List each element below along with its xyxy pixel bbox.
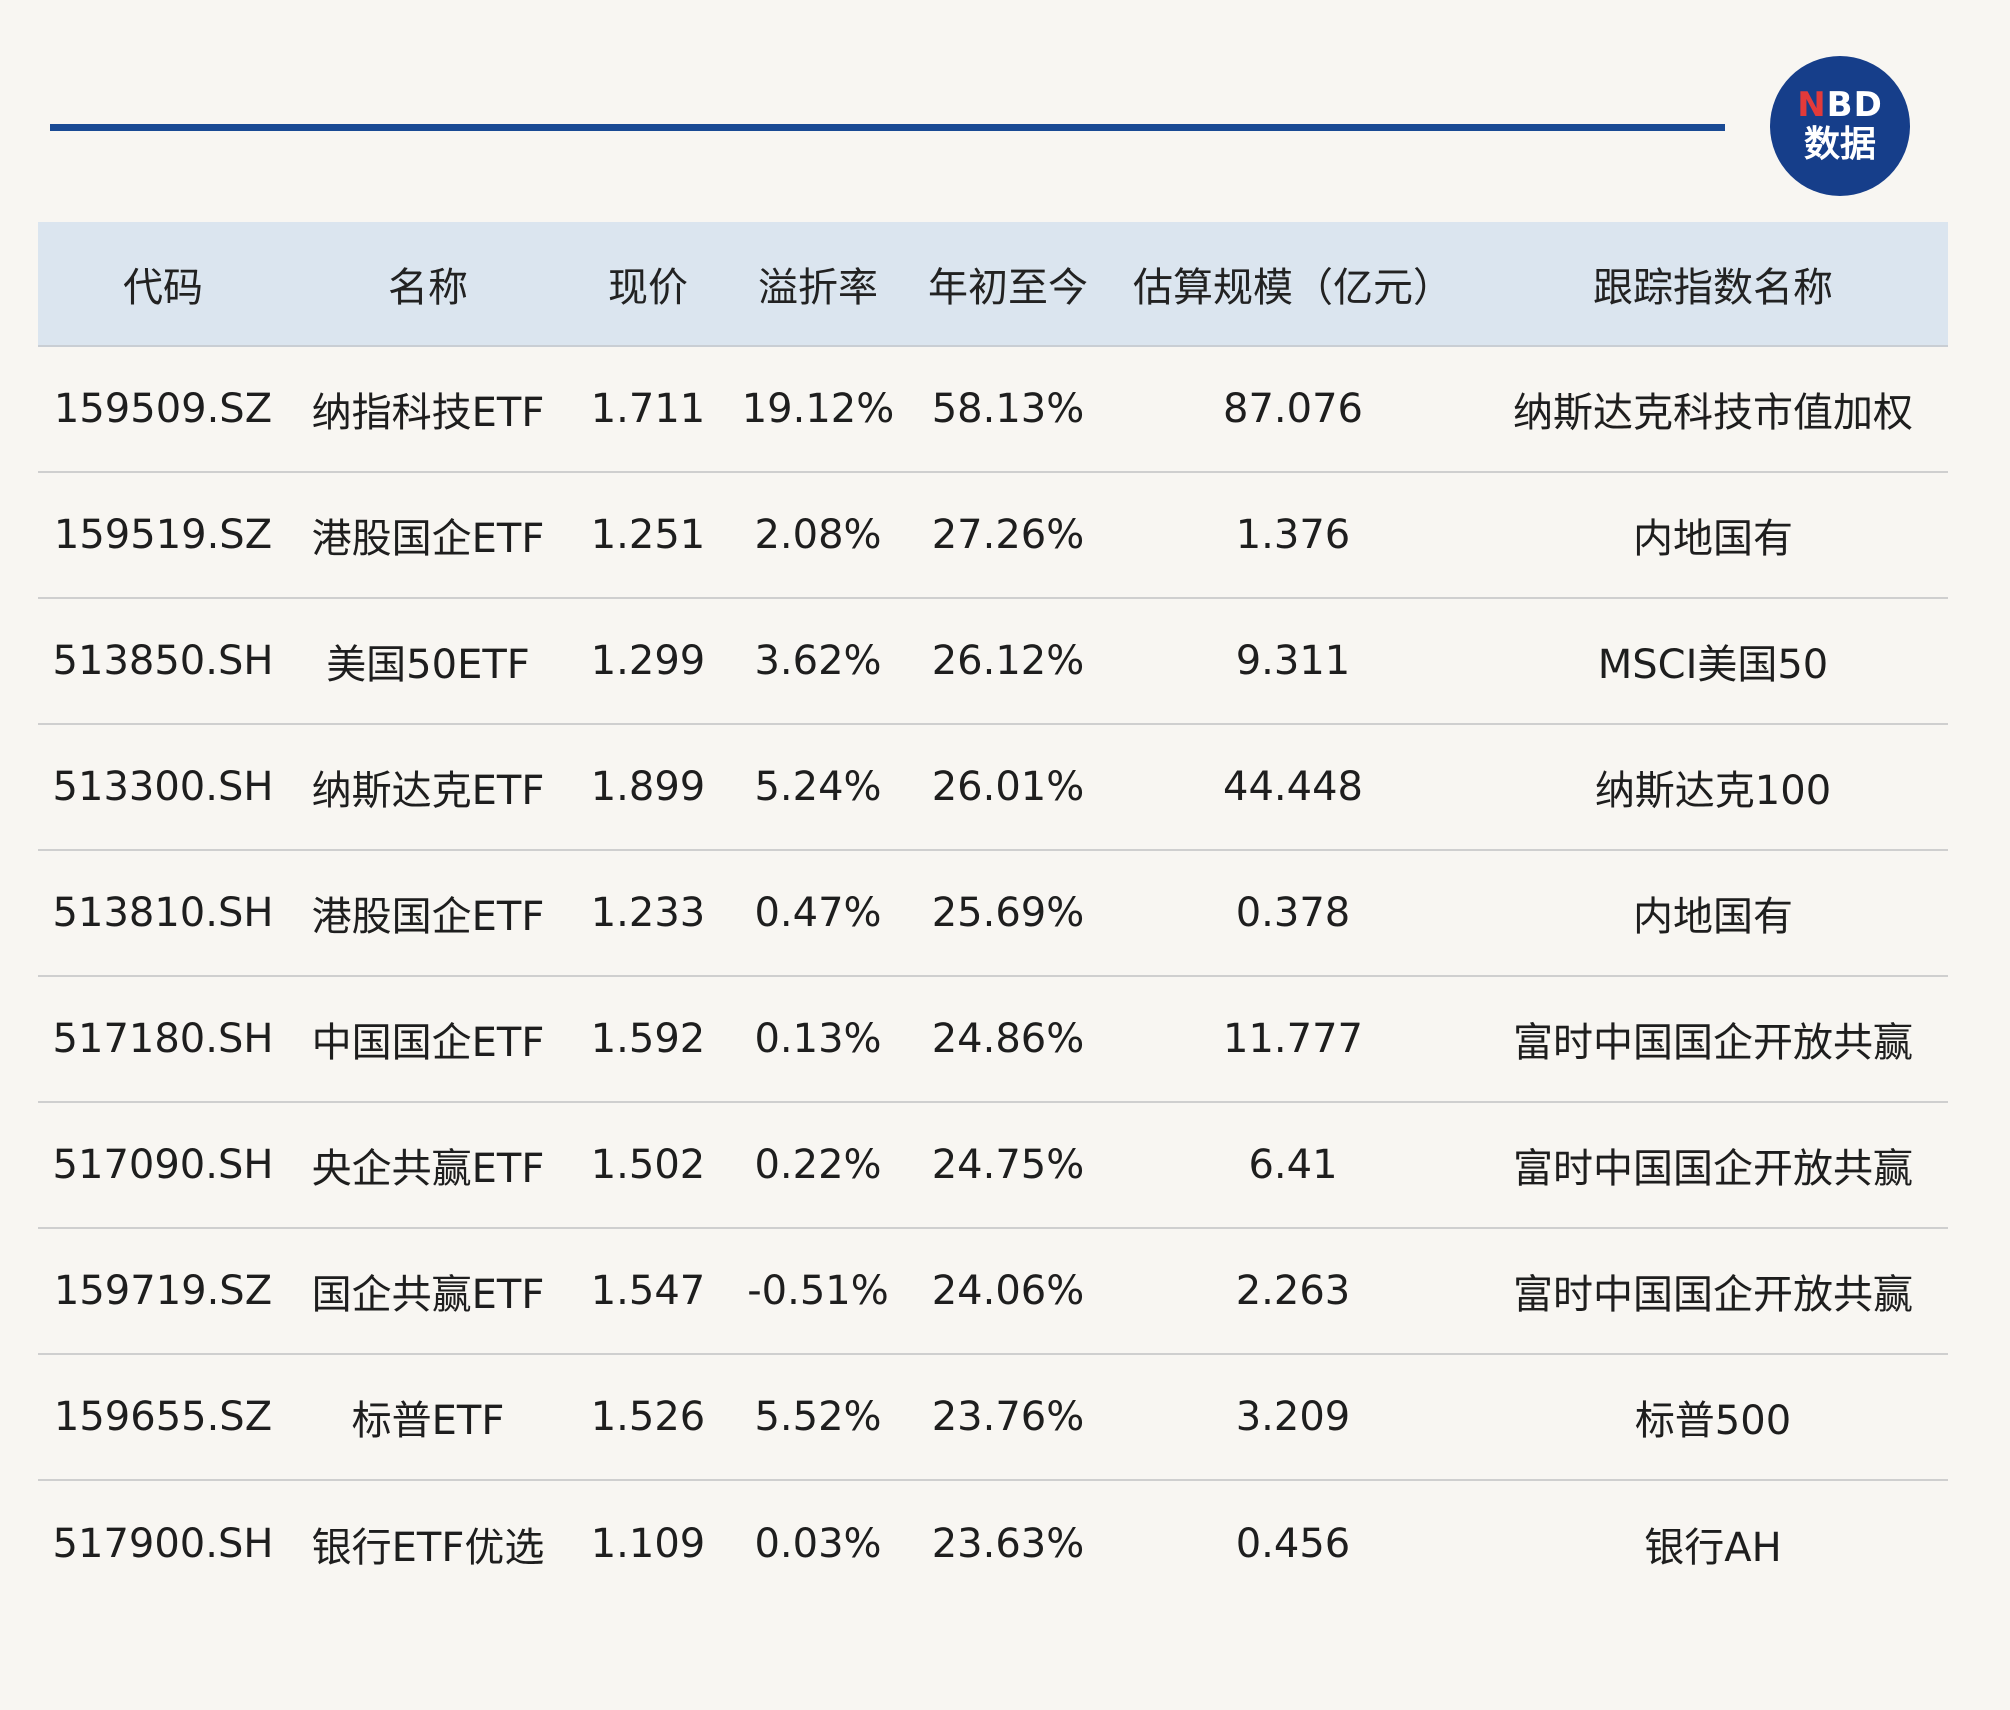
table-body: 159509.SZ 纳指科技ETF 1.711 19.12% 58.13% 87.076 纳… bbox=[38, 346, 1948, 1606]
cell-col-name: 纳指科技ETF bbox=[288, 346, 568, 473]
cell-col-index: 纳斯达克科技市值加权 bbox=[1478, 346, 1948, 473]
cell-col-code: 513810.SH bbox=[38, 850, 288, 977]
cell-col-price: 1.109 bbox=[590, 1520, 706, 1567]
header-col-scale: 估算规模（亿元） bbox=[1108, 222, 1478, 347]
cell-col-scale: 9.311 bbox=[1108, 598, 1478, 725]
table-row: 517090.SH 央企共赢ETF 1.502 0.22% 24.75% 6.41 富时中国… bbox=[38, 1102, 1948, 1229]
cell-col-index: 银行AH bbox=[1644, 1524, 1782, 1571]
header-col-index: 跟踪指数名称 bbox=[1478, 222, 1948, 347]
table-row: 513300.SH 纳斯达克ETF 1.899 5.24% 26.01% 44.448 纳斯… bbox=[38, 724, 1948, 851]
etf-table: 代码 名称 现价 溢折率 年初至今 估算规模（亿元） 跟踪指数名称 159509.SZ 纳指科… bbox=[38, 222, 1948, 1606]
logo-text-data: 数据 bbox=[1803, 124, 1876, 165]
cell-col-index: 富时中国国企开放共赢 bbox=[1478, 1102, 1948, 1229]
cell-col-index: 内地国有 bbox=[1478, 850, 1948, 977]
cell-col-ytd: 23.76% bbox=[908, 1354, 1108, 1481]
title-divider-line bbox=[50, 124, 1725, 131]
cell-col-price: 1.547 bbox=[568, 1228, 728, 1355]
cell-col-scale: 11.777 bbox=[1108, 976, 1478, 1103]
cell-col-scale: 6.41 bbox=[1108, 1102, 1478, 1229]
table-header-row: 代码 名称 现价 溢折率 年初至今 估算规模（亿元） 跟踪指数名称 bbox=[38, 222, 1948, 347]
cell-col-premium: 5.52% bbox=[728, 1354, 908, 1481]
table-row: 513850.SH 美国50ETF 1.299 3.62% 26.12% 9.311 MSC… bbox=[38, 598, 1948, 725]
cell-col-name: 纳斯达克ETF bbox=[288, 724, 568, 851]
nbd-data-logo: NBD 数据 bbox=[1770, 56, 1910, 196]
cell-col-ytd: 58.13% bbox=[908, 346, 1108, 473]
cell-col-name: 港股国企ETF bbox=[288, 850, 568, 977]
table-row: 517180.SH 中国国企ETF 1.592 0.13% 24.86% 11.777 富时… bbox=[38, 976, 1948, 1103]
cell-col-premium: 0.47% bbox=[728, 850, 908, 977]
cell-col-premium: 0.13% bbox=[728, 976, 908, 1103]
cell-col-index: 内地国有 bbox=[1478, 472, 1948, 599]
cell-col-price: 1.233 bbox=[568, 850, 728, 977]
cell-col-premium: 0.03% bbox=[754, 1520, 882, 1567]
cell-col-ytd: 25.69% bbox=[908, 850, 1108, 977]
cell-col-premium: -0.51% bbox=[728, 1228, 908, 1355]
table-row: 513810.SH 港股国企ETF 1.233 0.47% 25.69% 0.378 内地国… bbox=[38, 850, 1948, 977]
cell-col-premium: 5.24% bbox=[728, 724, 908, 851]
cell-col-code: 159655.SZ bbox=[38, 1354, 288, 1481]
cell-col-ytd: 26.01% bbox=[908, 724, 1108, 851]
table-row: 159519.SZ 港股国企ETF 1.251 2.08% 27.26% 1.376 内地国… bbox=[38, 472, 1948, 599]
cell-col-index: 富时中国国企开放共赢 bbox=[1478, 976, 1948, 1103]
cell-col-index: 纳斯达克100 bbox=[1478, 724, 1948, 851]
cell-col-premium: 19.12% bbox=[728, 346, 908, 473]
cell-col-scale: 44.448 bbox=[1108, 724, 1478, 851]
cell-col-ytd: 24.75% bbox=[908, 1102, 1108, 1229]
cell-col-index: MSCI美国50 bbox=[1478, 598, 1948, 725]
cell-col-ytd: 24.06% bbox=[908, 1228, 1108, 1355]
cell-col-name: 中国国企ETF bbox=[288, 976, 568, 1103]
cell-col-price: 1.299 bbox=[568, 598, 728, 725]
cell-col-premium: 2.08% bbox=[728, 472, 908, 599]
cell-col-price: 1.251 bbox=[568, 472, 728, 599]
table-row: 517900.SH 银行ETF优选 1.109 0.03% 23.63% 0.456 银行A… bbox=[38, 1480, 1948, 1606]
cell-col-premium: 3.62% bbox=[728, 598, 908, 725]
cell-col-scale: 1.376 bbox=[1108, 472, 1478, 599]
cell-col-scale: 87.076 bbox=[1108, 346, 1478, 473]
header-col-name: 名称 bbox=[288, 222, 568, 347]
cell-col-code: 517180.SH bbox=[38, 976, 288, 1103]
cell-col-code: 159519.SZ bbox=[38, 472, 288, 599]
header-col-code: 代码 bbox=[38, 222, 288, 347]
cell-col-price: 1.502 bbox=[568, 1102, 728, 1229]
header-col-price: 现价 bbox=[568, 222, 728, 347]
cell-col-scale: 3.209 bbox=[1108, 1354, 1478, 1481]
cell-col-index: 标普500 bbox=[1478, 1354, 1948, 1481]
cell-col-code: 513300.SH bbox=[38, 724, 288, 851]
cell-col-name: 国企共赢ETF bbox=[288, 1228, 568, 1355]
cell-col-scale: 0.378 bbox=[1108, 850, 1478, 977]
table-row: 159719.SZ 国企共赢ETF 1.547 -0.51% 24.06% 2.263 富时… bbox=[38, 1228, 1948, 1355]
table-row: 159509.SZ 纳指科技ETF 1.711 19.12% 58.13% 87.076 纳… bbox=[38, 346, 1948, 473]
cell-col-ytd: 27.26% bbox=[908, 472, 1108, 599]
cell-col-name: 港股国企ETF bbox=[288, 472, 568, 599]
cell-col-price: 1.592 bbox=[568, 976, 728, 1103]
cell-col-name: 美国50ETF bbox=[288, 598, 568, 725]
cell-col-price: 1.711 bbox=[568, 346, 728, 473]
cell-col-index: 富时中国国企开放共赢 bbox=[1478, 1228, 1948, 1355]
table-row: 159655.SZ 标普ETF 1.526 5.52% 23.76% 3.209 标普500 bbox=[38, 1354, 1948, 1481]
cell-col-name: 银行ETF优选 bbox=[311, 1524, 545, 1571]
logo-text-nbd: NBD bbox=[1797, 85, 1883, 125]
cell-col-code: 159719.SZ bbox=[38, 1228, 288, 1355]
cell-col-price: 1.899 bbox=[568, 724, 728, 851]
cell-col-scale: 0.456 bbox=[1235, 1520, 1351, 1567]
cell-col-ytd: 26.12% bbox=[908, 598, 1108, 725]
cell-col-code: 517900.SH bbox=[52, 1520, 274, 1567]
cell-col-name: 央企共赢ETF bbox=[288, 1102, 568, 1229]
cell-col-premium: 0.22% bbox=[728, 1102, 908, 1229]
header-col-ytd: 年初至今 bbox=[908, 222, 1108, 347]
cell-col-scale: 2.263 bbox=[1108, 1228, 1478, 1355]
cell-col-ytd: 23.63% bbox=[931, 1520, 1085, 1567]
cell-col-code: 517090.SH bbox=[38, 1102, 288, 1229]
cell-col-price: 1.526 bbox=[568, 1354, 728, 1481]
cell-col-code: 513850.SH bbox=[38, 598, 288, 725]
cell-col-name: 标普ETF bbox=[288, 1354, 568, 1481]
cell-col-code: 159509.SZ bbox=[38, 346, 288, 473]
header-col-premium: 溢折率 bbox=[728, 222, 908, 347]
cell-col-ytd: 24.86% bbox=[908, 976, 1108, 1103]
